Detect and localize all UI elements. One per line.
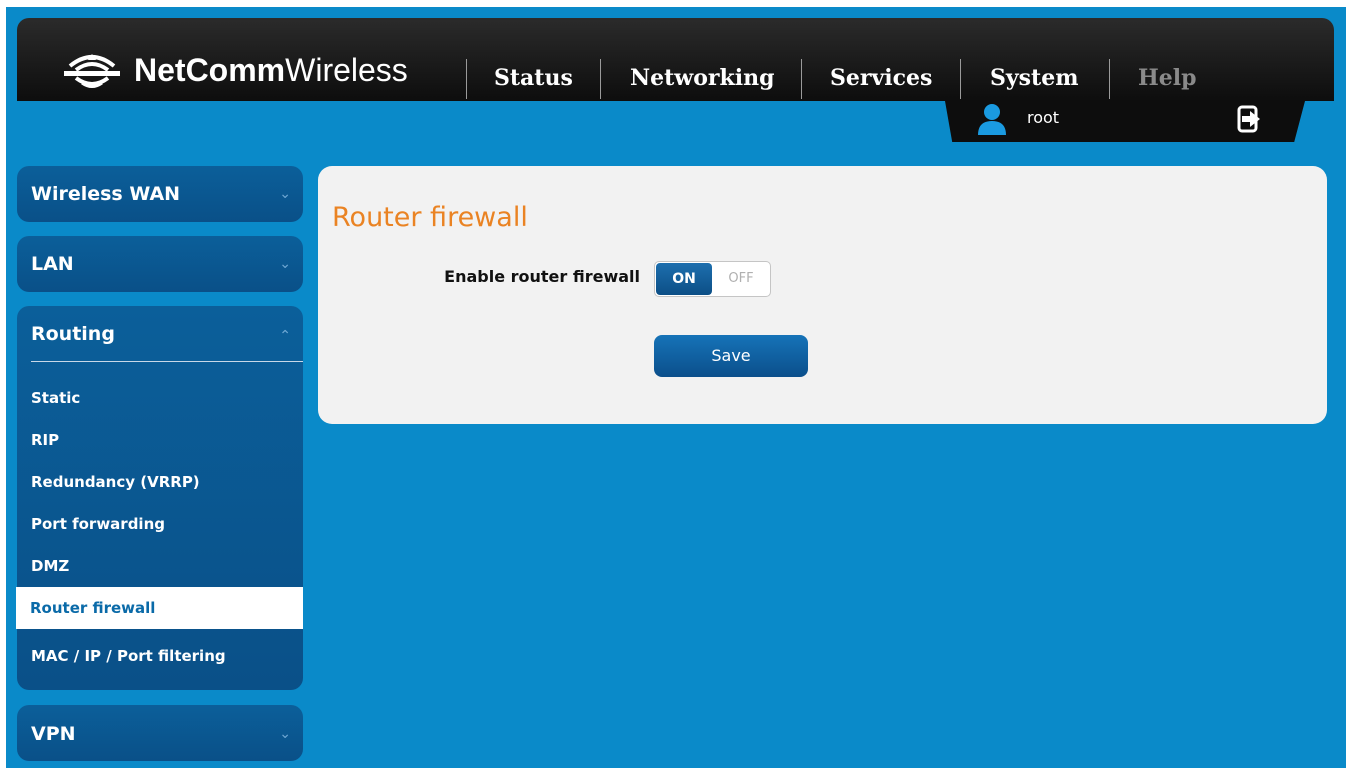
sidebar-item-rip[interactable]: RIP: [17, 419, 303, 461]
nav-separator: [600, 59, 601, 99]
sidebar-wireless-wan[interactable]: Wireless WAN ⌄: [17, 166, 303, 222]
top-navigation-bar: NetCommWireless Status Networking Servic…: [17, 18, 1334, 101]
chevron-down-icon: ⌄: [279, 256, 291, 272]
sidebar-item-mac-ip-port-filtering[interactable]: MAC / IP / Port filtering: [17, 635, 303, 677]
brand-name-bold: NetComm: [134, 52, 286, 88]
router-firewall-panel: Router firewall Enable router firewall O…: [318, 166, 1327, 424]
nav-networking[interactable]: Networking: [630, 56, 774, 100]
sidebar-vpn[interactable]: VPN ⌄: [17, 705, 303, 761]
nav-separator: [466, 59, 467, 99]
enable-router-firewall-label: Enable router firewall: [444, 267, 640, 286]
nav-services[interactable]: Services: [830, 56, 932, 100]
wifi-logo-icon: [64, 54, 120, 88]
chevron-down-icon: ⌄: [279, 726, 291, 742]
brand-name: NetCommWireless: [134, 50, 408, 90]
logout-icon[interactable]: [1236, 105, 1264, 133]
nav-separator: [801, 59, 802, 99]
toggle-on-option[interactable]: ON: [656, 263, 712, 295]
nav-help[interactable]: Help: [1138, 56, 1197, 100]
save-button[interactable]: Save: [654, 335, 808, 377]
sidebar-item-dmz[interactable]: DMZ: [17, 545, 303, 587]
sidebar-lan-label: LAN: [31, 253, 74, 275]
sidebar-item-router-firewall[interactable]: Router firewall: [16, 587, 303, 629]
chevron-up-icon[interactable]: ⌃: [279, 328, 291, 344]
sidebar-lan[interactable]: LAN ⌄: [17, 236, 303, 292]
nav-system[interactable]: System: [990, 56, 1079, 100]
toggle-off-option[interactable]: OFF: [713, 262, 769, 296]
enable-router-firewall-toggle[interactable]: ON OFF: [654, 261, 771, 297]
nav-status[interactable]: Status: [494, 56, 573, 100]
chevron-down-icon: ⌄: [279, 186, 291, 202]
sidebar-vpn-label: VPN: [31, 723, 76, 745]
routing-divider: [31, 361, 303, 362]
sidebar-routing-label[interactable]: Routing: [31, 320, 115, 348]
nav-separator: [960, 59, 961, 99]
brand-name-regular: Wireless: [285, 52, 408, 88]
sidebar-wireless-wan-label: Wireless WAN: [31, 183, 181, 205]
nav-separator: [1109, 59, 1110, 99]
username-label: root: [1027, 108, 1060, 127]
sidebar-item-port-forwarding[interactable]: Port forwarding: [17, 503, 303, 545]
sidebar-item-static[interactable]: Static: [17, 377, 303, 419]
sidebar-routing: Routing ⌃ Static RIP Redundancy (VRRP) P…: [16, 306, 303, 690]
page-title: Router firewall: [332, 202, 528, 233]
user-icon: [978, 104, 1006, 135]
sidebar-item-redundancy-vrrp[interactable]: Redundancy (VRRP): [17, 461, 303, 503]
